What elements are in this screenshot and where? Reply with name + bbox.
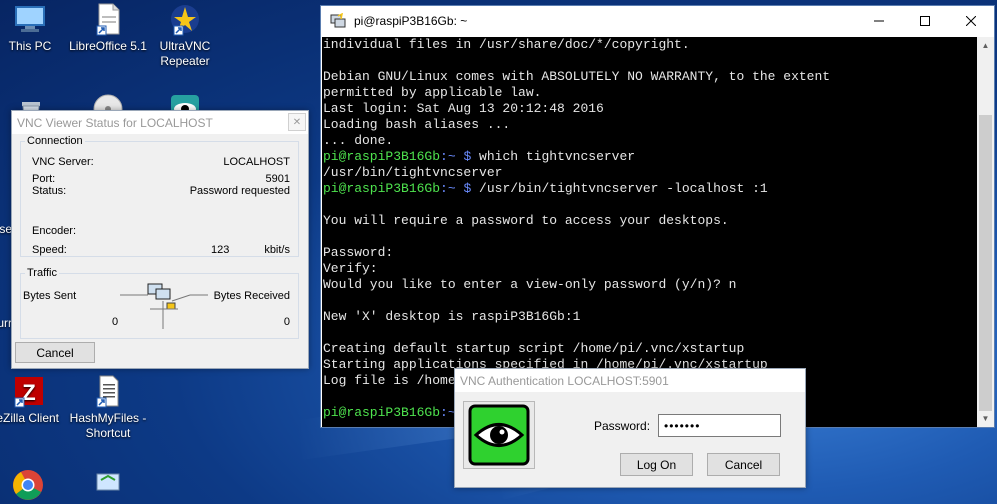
terminal-line: Would you like to enter a view-only pass… (323, 277, 737, 292)
maximize-icon (920, 16, 930, 26)
desktop-icon-label: HashMyFiles - Shortcut (69, 411, 147, 440)
bytes-received-label: Bytes Received (213, 290, 290, 302)
desktop-icon-this-pc[interactable]: This PC (0, 2, 70, 54)
desktop-icon-label: UltraVNC Repeater (159, 39, 211, 68)
desktop-icon-ultravnc-repeater[interactable]: UltraVNC Repeater (145, 2, 225, 69)
cancel-button[interactable]: Cancel (15, 342, 95, 363)
desktop-icon-label: This PC (8, 39, 52, 53)
terminal-line: pi@raspiP3B16Gb:~ $ /usr/bin/tightvncser… (323, 181, 978, 197)
vnc-status-window[interactable]: VNC Viewer Status for LOCALHOST ✕ Connec… (11, 110, 309, 369)
vnc-logo (463, 401, 535, 469)
bytes-sent-value: 0 (112, 316, 119, 328)
connection-legend: Connection (27, 135, 83, 147)
log-on-button-label: Log On (636, 457, 677, 472)
computer-icon (13, 2, 47, 36)
cancel-button-label: Cancel (36, 345, 74, 360)
terminal-line: You will require a password to access yo… (323, 213, 729, 228)
port-label: Port: (32, 173, 56, 185)
libreoffice-icon (91, 2, 125, 36)
terminal-window[interactable]: pi@raspiP3B16Gb: ~ individual files in /… (320, 5, 995, 428)
desktop-icon-hashmyfiles[interactable]: HashMyFiles - Shortcut (68, 374, 148, 441)
speed-unit: kbit/s (264, 244, 290, 256)
desktop-icon-network[interactable] (68, 468, 148, 504)
speed-value: 123 (211, 244, 230, 256)
bytes-received-value: 0 (283, 316, 290, 328)
password-input[interactable]: ••••••• (658, 414, 781, 437)
encoder-label: Encoder: (32, 225, 77, 237)
scrollbar-thumb[interactable] (979, 115, 992, 411)
scroll-up-icon[interactable]: ▲ (977, 37, 994, 54)
terminal-prompt: pi@raspiP3B16Gb (323, 149, 441, 164)
terminal-prompt: pi@raspiP3B16Gb (323, 405, 441, 420)
terminal-line: Password: (323, 245, 394, 260)
vnc-status-title: VNC Viewer Status for LOCALHOST (17, 115, 213, 130)
terminal-line: Debian GNU/Linux comes with ABSOLUTELY N… (323, 69, 831, 84)
log-on-button[interactable]: Log On (620, 453, 693, 476)
hashmyfiles-icon (91, 374, 125, 408)
ultravnc-icon (168, 2, 202, 36)
vnc-server-value: LOCALHOST (223, 156, 290, 168)
terminal-line: New 'X' desktop is raspiP3B16Gb:1 (323, 309, 581, 324)
terminal-line: Loading bash aliases ... (323, 117, 511, 132)
vnc-auth-titlebar[interactable]: VNC Authentication LOCALHOST:5901 (455, 369, 805, 392)
chrome-icon (11, 468, 45, 502)
minimize-icon (874, 20, 884, 22)
vnc-status-titlebar[interactable]: VNC Viewer Status for LOCALHOST ✕ (12, 111, 308, 134)
terminal-prompt: pi@raspiP3B16Gb (323, 181, 441, 196)
terminal-titlebar[interactable]: pi@raspiP3B16Gb: ~ (321, 6, 994, 36)
password-value: ••••••• (664, 418, 701, 433)
desktop-icon-libreoffice[interactable]: LibreOffice 5.1 (68, 2, 148, 54)
close-icon (966, 16, 976, 26)
status-value: Password requested (189, 185, 290, 197)
desktop-icon-chrome[interactable] (0, 468, 68, 504)
network-traffic-icon (120, 283, 208, 329)
auth-cancel-button[interactable]: Cancel (707, 453, 780, 476)
auth-cancel-button-label: Cancel (724, 457, 763, 472)
terminal-line: ... done. (323, 133, 394, 148)
bytes-sent-label: Bytes Sent (23, 290, 77, 302)
terminal-path: :~ (440, 181, 464, 196)
terminal-line: Verify: (323, 261, 378, 276)
terminal-line: individual files in /usr/share/doc/*/cop… (323, 37, 690, 52)
terminal-line: permitted by applicable law. (323, 85, 542, 100)
status-label: Status: (32, 185, 67, 197)
terminal-command: which tightvncserver (471, 149, 636, 164)
network-icon (91, 468, 125, 502)
vnc-auth-title: VNC Authentication LOCALHOST:5901 (460, 373, 669, 388)
terminal-path: :~ (440, 149, 464, 164)
scroll-down-icon[interactable]: ▼ (977, 410, 994, 427)
desktop-icon-filezilla[interactable]: Z ileZilla Client (0, 374, 68, 426)
putty-icon (330, 13, 346, 28)
terminal-command: /usr/bin/tightvncserver -localhost :1 (471, 181, 768, 196)
desktop-icon-label: LibreOffice 5.1 (69, 39, 147, 53)
traffic-legend: Traffic (27, 267, 57, 279)
eye-icon (468, 404, 530, 466)
filezilla-icon: Z (11, 374, 45, 408)
terminal-title: pi@raspiP3B16Gb: ~ (354, 14, 468, 28)
close-button[interactable] (948, 6, 994, 36)
port-value: 5901 (265, 173, 290, 185)
terminal-scrollbar[interactable]: ▲ ▼ (977, 37, 994, 427)
desktop-icon-label: ileZilla Client (0, 411, 60, 425)
vnc-auth-dialog[interactable]: VNC Authentication LOCALHOST:5901 Passwo… (454, 368, 806, 488)
terminal-line: /usr/bin/tightvncserver (323, 165, 503, 180)
speed-label: Speed: (32, 244, 67, 256)
close-icon[interactable]: ✕ (288, 113, 306, 131)
terminal-line: Creating default startup script /home/pi… (323, 341, 745, 356)
vnc-server-label: VNC Server: (32, 156, 94, 168)
terminal-line: Last login: Sat Aug 13 20:12:48 2016 (323, 101, 604, 116)
maximize-button[interactable] (902, 6, 948, 36)
password-label: Password: (594, 419, 651, 433)
terminal-line: pi@raspiP3B16Gb:~ $ which tightvncserver (323, 149, 978, 165)
terminal-output: individual files in /usr/share/doc/*/cop… (322, 37, 978, 421)
minimize-button[interactable] (856, 6, 902, 36)
